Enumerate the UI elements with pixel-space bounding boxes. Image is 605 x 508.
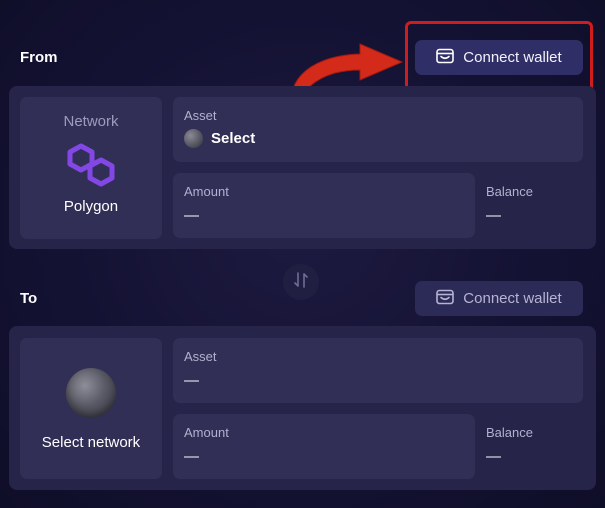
balance-label: Balance	[486, 184, 533, 199]
to-label: To	[20, 290, 38, 307]
to-balance: Balance —	[486, 414, 586, 479]
from-balance: Balance —	[486, 173, 586, 238]
to-card: Select network Asset — Amount — Balance …	[9, 326, 596, 490]
select-network-label: Select network	[41, 434, 141, 451]
to-asset-panel[interactable]: Asset —	[173, 338, 583, 403]
from-label: From	[20, 49, 58, 66]
network-placeholder-icon	[66, 368, 116, 418]
amount-value: —	[184, 448, 199, 465]
balance-value: —	[486, 448, 501, 465]
highlight-box	[405, 21, 593, 94]
network-name: Polygon	[63, 198, 119, 215]
from-asset-select[interactable]: Select	[184, 129, 255, 148]
to-connect-wallet-button[interactable]: Connect wallet	[415, 281, 583, 316]
swap-vertical-icon	[293, 271, 309, 294]
to-amount-field[interactable]: Amount —	[173, 414, 475, 479]
wallet-icon	[436, 289, 455, 309]
amount-value: —	[184, 207, 199, 224]
to-network-select[interactable]: Select network	[20, 338, 162, 479]
from-asset-panel: Asset Select	[173, 97, 583, 162]
asset-select-label: Select	[211, 130, 256, 147]
amount-label: Amount	[184, 425, 229, 440]
from-amount-field[interactable]: Amount —	[173, 173, 475, 238]
to-connect-wallet-label: Connect wallet	[463, 290, 562, 307]
asset-label: Asset	[184, 349, 217, 364]
swap-button[interactable]	[283, 264, 319, 300]
polygon-icon	[65, 142, 117, 188]
balance-value: —	[486, 207, 501, 224]
network-title: Network	[63, 113, 119, 130]
from-card: Network Polygon Asset Select Amount — Ba…	[9, 86, 596, 249]
asset-value: —	[184, 372, 199, 389]
from-network-panel[interactable]: Network Polygon	[20, 97, 162, 239]
amount-label: Amount	[184, 184, 229, 199]
token-placeholder-icon	[184, 129, 203, 148]
asset-label: Asset	[184, 108, 217, 123]
balance-label: Balance	[486, 425, 533, 440]
